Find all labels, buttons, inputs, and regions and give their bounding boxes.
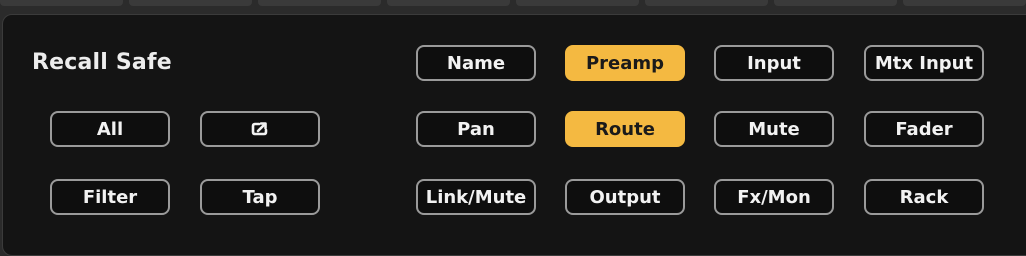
all-button[interactable]: All: [50, 111, 170, 147]
pan-button[interactable]: Pan: [416, 111, 536, 147]
mtx-input-button[interactable]: Mtx Input: [864, 45, 984, 81]
top-tab: [774, 0, 897, 6]
route-button[interactable]: Route: [565, 111, 685, 147]
top-tab: [645, 0, 768, 6]
panel-title: Recall Safe: [32, 50, 172, 75]
top-tab: [516, 0, 639, 6]
fader-button[interactable]: Fader: [864, 111, 984, 147]
rack-button[interactable]: Rack: [864, 179, 984, 215]
top-tab-strip: [0, 0, 1026, 6]
top-tab: [387, 0, 510, 6]
name-button[interactable]: Name: [416, 45, 536, 81]
export-button[interactable]: [200, 111, 320, 147]
filter-button[interactable]: Filter: [50, 179, 170, 215]
export-icon: [250, 121, 270, 137]
top-tab: [0, 0, 123, 6]
link-mute-button[interactable]: Link/Mute: [416, 179, 536, 215]
preamp-button[interactable]: Preamp: [565, 45, 685, 81]
tap-button[interactable]: Tap: [200, 179, 320, 215]
fx-mon-button[interactable]: Fx/Mon: [714, 179, 834, 215]
output-button[interactable]: Output: [565, 179, 685, 215]
top-tab: [129, 0, 252, 6]
top-tab: [903, 0, 1026, 6]
mute-button[interactable]: Mute: [714, 111, 834, 147]
input-button[interactable]: Input: [714, 45, 834, 81]
top-tab: [258, 0, 381, 6]
